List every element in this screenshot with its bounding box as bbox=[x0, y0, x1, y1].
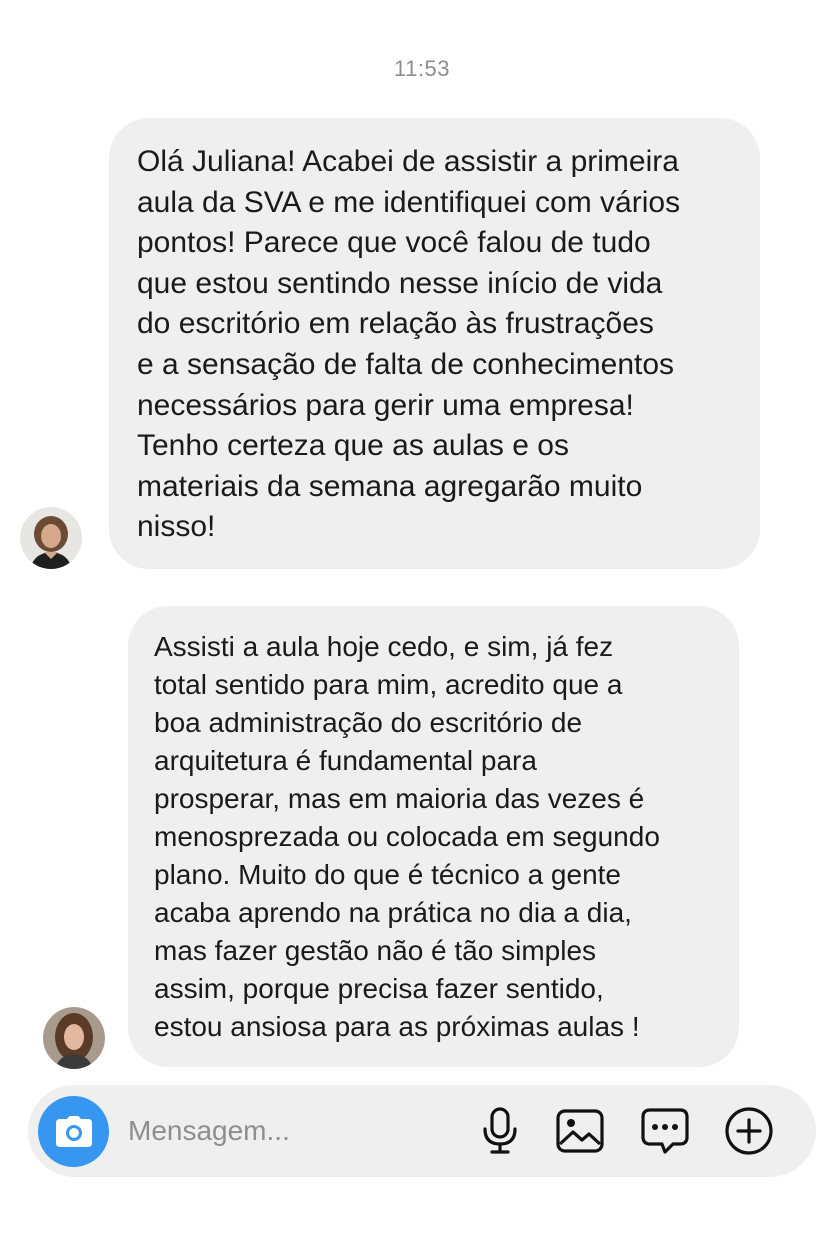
sticker-button[interactable] bbox=[639, 1105, 691, 1157]
plus-circle-icon bbox=[725, 1107, 773, 1155]
message-bubble[interactable]: Assisti a aula hoje cedo, e sim, já fez … bbox=[128, 606, 739, 1067]
sender-avatar-1[interactable] bbox=[20, 507, 82, 569]
gallery-icon bbox=[556, 1109, 604, 1153]
message-composer bbox=[28, 1085, 816, 1177]
sticker-icon bbox=[641, 1108, 689, 1154]
avatar-image bbox=[43, 1007, 105, 1069]
gallery-button[interactable] bbox=[554, 1105, 606, 1157]
microphone-button[interactable] bbox=[474, 1105, 526, 1157]
avatar-image bbox=[20, 507, 82, 569]
camera-icon bbox=[55, 1115, 92, 1147]
message-bubble[interactable]: Olá Juliana! Acabei de assistir a primei… bbox=[109, 118, 760, 569]
chat-timestamp: 11:53 bbox=[394, 56, 450, 81]
message-input[interactable] bbox=[128, 1111, 458, 1151]
microphone-icon bbox=[483, 1107, 517, 1154]
camera-button[interactable] bbox=[38, 1096, 109, 1167]
add-button[interactable] bbox=[723, 1105, 775, 1157]
sender-avatar-2[interactable] bbox=[43, 1007, 105, 1069]
